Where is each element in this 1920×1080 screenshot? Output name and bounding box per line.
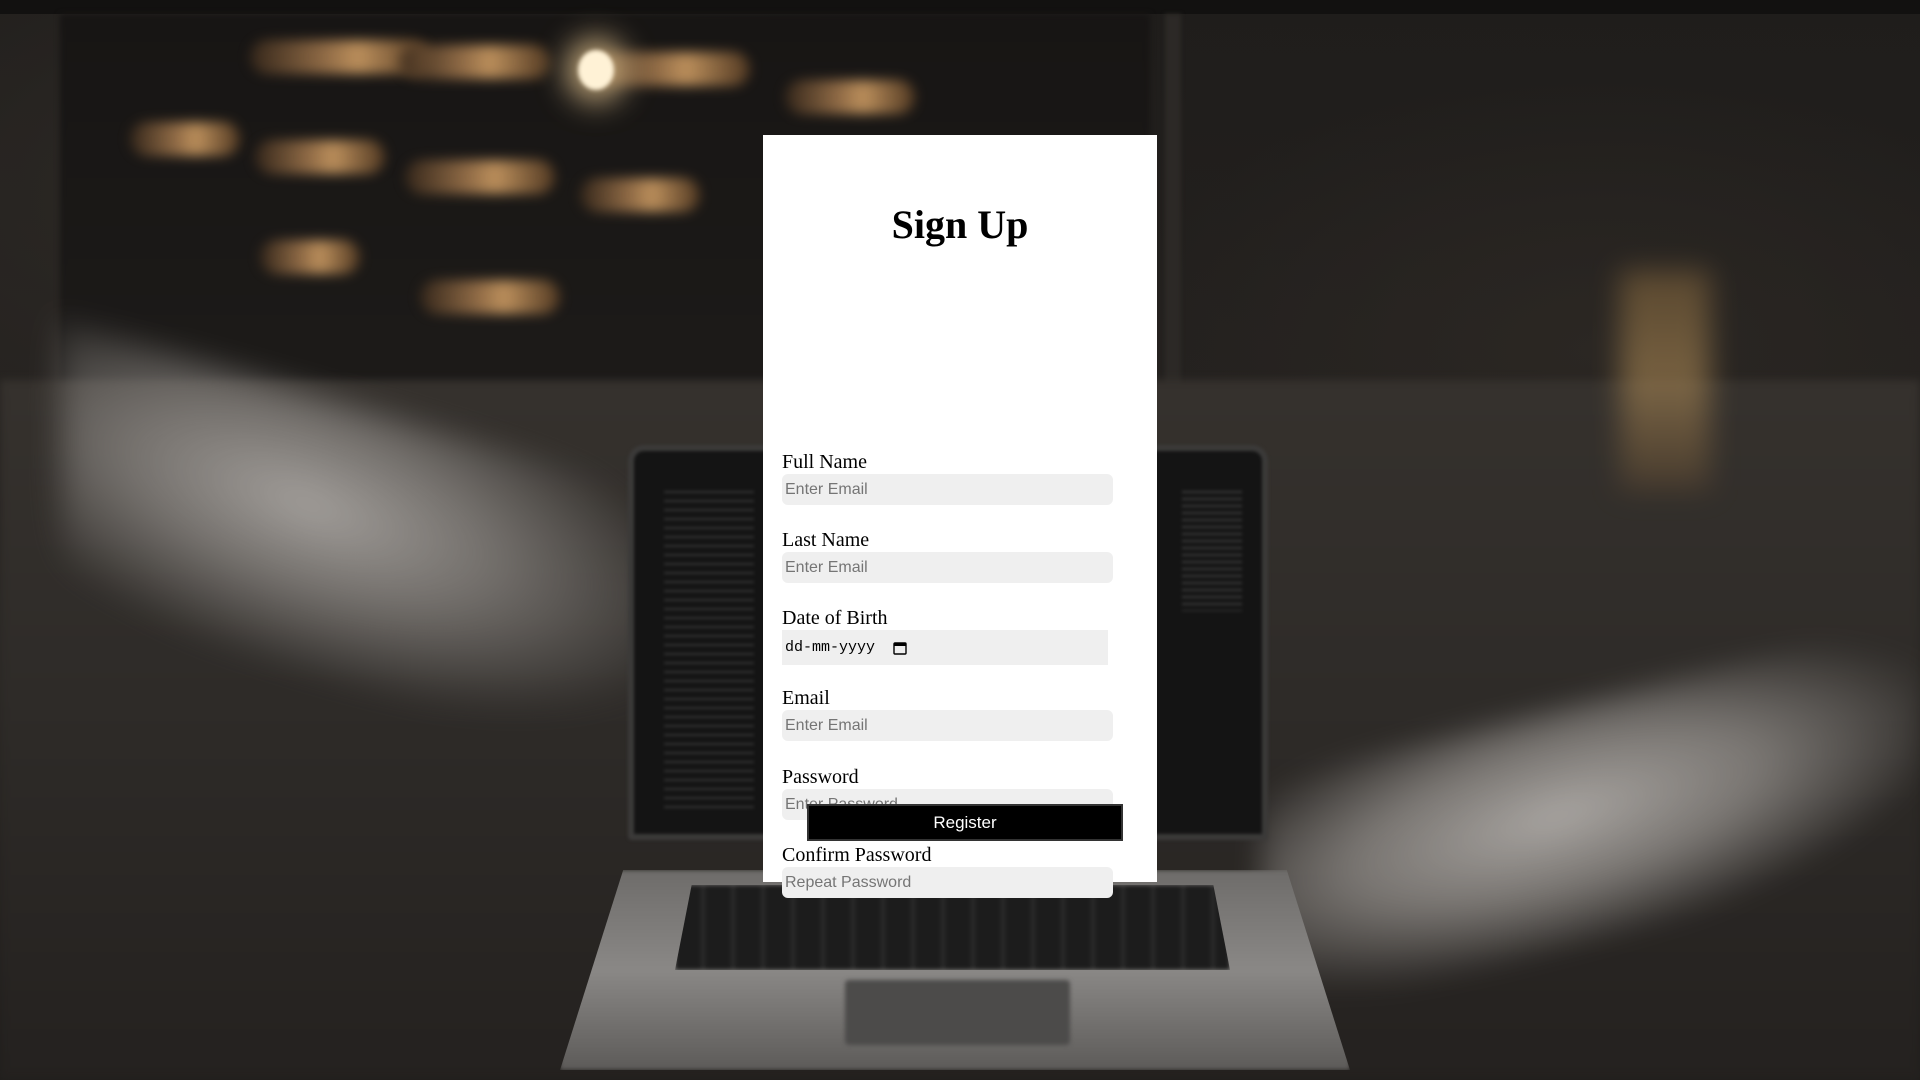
calendar-icon[interactable] xyxy=(893,641,907,655)
date-of-birth-field: Date of Birth dd-mm-yyyy xyxy=(782,607,1113,665)
full-name-input[interactable] xyxy=(782,474,1113,505)
last-name-label: Last Name xyxy=(782,529,870,551)
full-name-label: Full Name xyxy=(782,451,867,473)
background-light-slat xyxy=(590,52,750,86)
last-name-input[interactable] xyxy=(782,552,1113,583)
email-field: Email xyxy=(782,687,1113,741)
date-of-birth-value: dd-mm-yyyy xyxy=(785,639,876,656)
background-trackpad xyxy=(845,980,1070,1045)
confirm-password-label: Confirm Password xyxy=(782,844,932,866)
background-light-slat xyxy=(400,45,550,79)
signup-card: Sign Up Full Name Last Name Date of Birt… xyxy=(763,135,1157,898)
register-button[interactable]: Register xyxy=(807,804,1123,841)
page-title: Sign Up xyxy=(891,202,1029,247)
confirm-password-input[interactable] xyxy=(782,867,1113,898)
confirm-password-field: Confirm Password xyxy=(782,844,1113,898)
background-light-slat xyxy=(580,178,700,212)
password-label: Password xyxy=(782,766,859,788)
background-top-edge xyxy=(0,0,1920,14)
email-input[interactable] xyxy=(782,710,1113,741)
background-light-slat xyxy=(405,160,555,194)
email-label: Email xyxy=(782,687,830,709)
date-of-birth-input[interactable]: dd-mm-yyyy xyxy=(782,630,1108,665)
background-light-slat xyxy=(785,80,915,114)
full-name-field: Full Name xyxy=(782,451,1113,505)
background-code-panel xyxy=(664,491,754,811)
background-light-slat xyxy=(420,280,560,314)
background-light-slat xyxy=(255,140,385,174)
background-light-slat xyxy=(260,240,360,274)
date-of-birth-label: Date of Birth xyxy=(782,607,888,629)
background-light-slat xyxy=(130,122,240,156)
background-code-panel xyxy=(1182,491,1242,611)
background-window-glow xyxy=(1620,270,1710,490)
last-name-field: Last Name xyxy=(782,529,1113,583)
background-lamp xyxy=(578,50,614,90)
